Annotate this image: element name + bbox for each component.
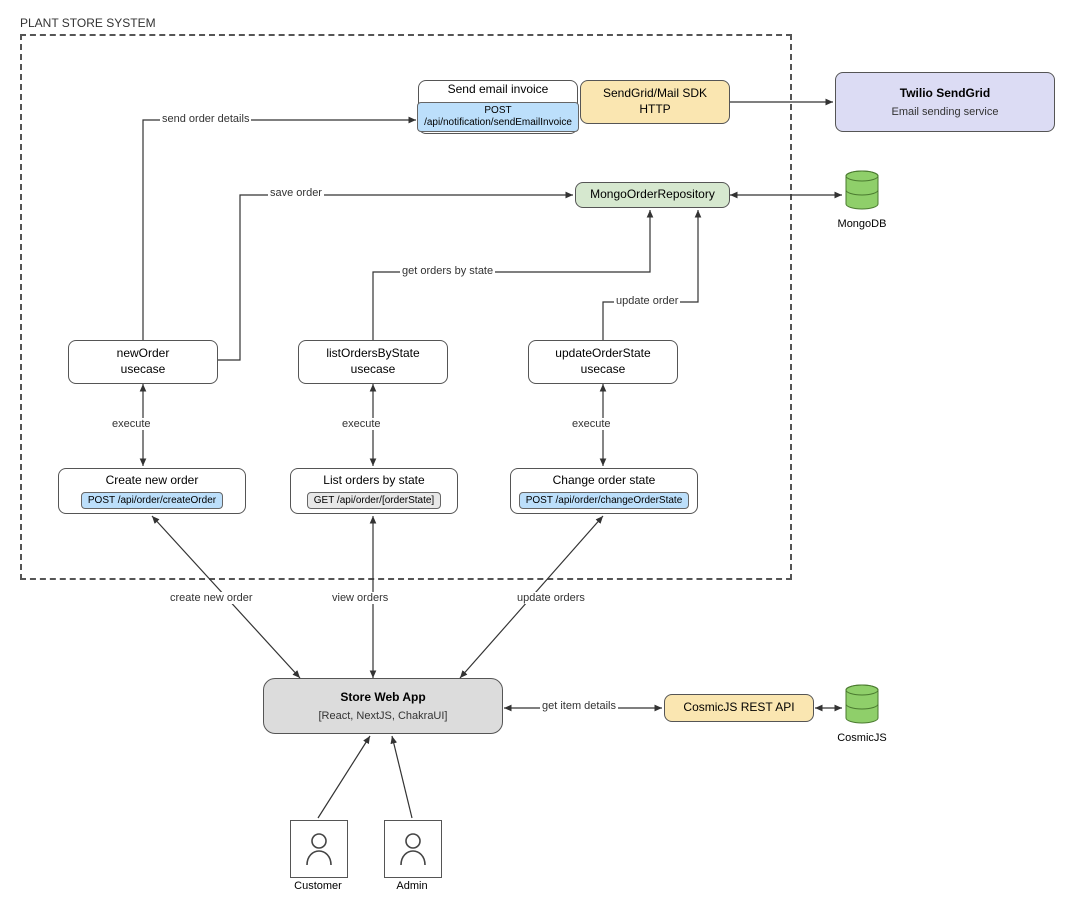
- label-update-orders: update orders: [515, 592, 587, 604]
- label-execute-3: execute: [570, 418, 613, 430]
- list-orders-api: GET /api/order/[orderState]: [307, 492, 441, 509]
- change-order-node: Change order state POST /api/order/chang…: [510, 468, 698, 514]
- label-send-order-details: send order details: [160, 113, 251, 125]
- create-order-node: Create new order POST /api/order/createO…: [58, 468, 246, 514]
- send-email-title: Send email invoice: [448, 82, 549, 98]
- cosmicjs-icon: [844, 684, 880, 733]
- neworder-usecase-node: newOrder usecase: [68, 340, 218, 384]
- listorders-usecase-node: listOrdersByState usecase: [298, 340, 448, 384]
- twilio-node: Twilio SendGrid Email sending service: [835, 72, 1055, 132]
- person-icon: [304, 832, 334, 866]
- customer-label: Customer: [283, 880, 353, 892]
- admin-label: Admin: [377, 880, 447, 892]
- mongodb-label: MongoDB: [830, 218, 894, 230]
- change-order-api: POST /api/order/changeOrderState: [519, 492, 690, 509]
- mongodb-icon: [844, 170, 880, 219]
- label-get-orders: get orders by state: [400, 265, 495, 277]
- label-execute-2: execute: [340, 418, 383, 430]
- cosmic-api-node: CosmicJS REST API: [664, 694, 814, 722]
- label-create-new-order: create new order: [168, 592, 255, 604]
- admin-actor: [384, 820, 442, 878]
- updateorder-usecase-node: updateOrderState usecase: [528, 340, 678, 384]
- label-view-orders: view orders: [330, 592, 390, 604]
- send-email-node: Send email invoice POST /api/notificatio…: [418, 80, 578, 134]
- webapp-node: Store Web App [React, NextJS, ChakraUI]: [263, 678, 503, 734]
- mongo-repo-node: MongoOrderRepository: [575, 182, 730, 208]
- person-icon: [398, 832, 428, 866]
- label-execute-1: execute: [110, 418, 153, 430]
- label-save-order: save order: [268, 187, 324, 199]
- create-order-api: POST /api/order/createOrder: [81, 492, 223, 509]
- send-email-api: POST /api/notification/sendEmailInvoice: [417, 102, 579, 132]
- label-get-item-details: get item details: [540, 700, 618, 712]
- cosmicjs-label: CosmicJS: [830, 732, 894, 744]
- customer-actor: [290, 820, 348, 878]
- sendgrid-sdk-node: SendGrid/Mail SDK HTTP: [580, 80, 730, 124]
- system-label: PLANT STORE SYSTEM: [20, 16, 156, 30]
- list-orders-node: List orders by state GET /api/order/[ord…: [290, 468, 458, 514]
- label-update-order: update order: [614, 295, 680, 307]
